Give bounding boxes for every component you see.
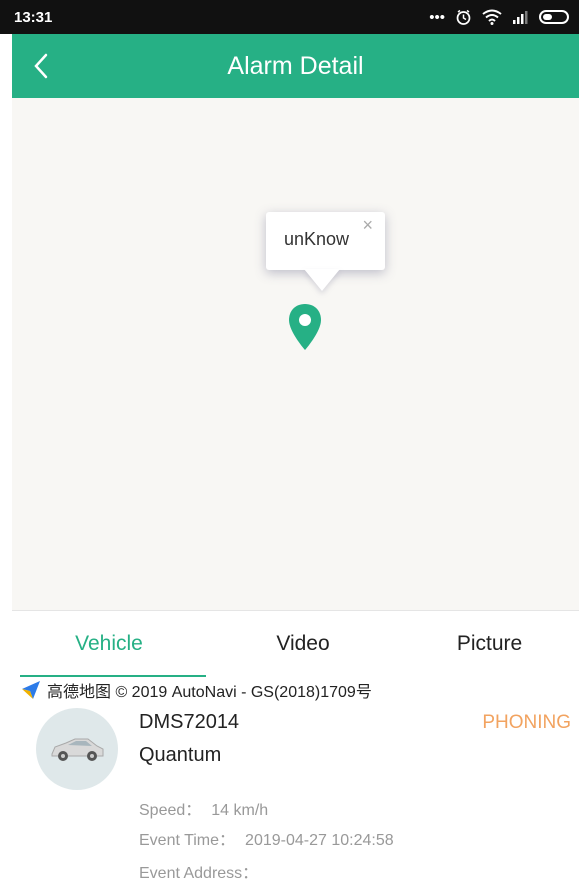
speed-value: 14 km/h [211, 802, 269, 819]
status-time: 13:31 [14, 8, 53, 26]
back-arrow-icon [34, 53, 48, 79]
tab-picture[interactable]: Picture [400, 611, 579, 677]
app-bar: Alarm Detail [12, 34, 579, 98]
attribution-text: 高德地图 © 2019 AutoNavi - GS(2018)1709号 [47, 684, 372, 701]
event-time-row: Event Time： 2019-04-27 10:24:58 [139, 826, 394, 850]
event-address-label: Event Address： [139, 865, 259, 882]
more-icon: ••• [429, 8, 445, 26]
speed-row: Speed： 14 km/h [139, 796, 268, 820]
popup-tail [304, 269, 340, 291]
wifi-icon [482, 9, 502, 25]
event-time-value: 2019-04-27 10:24:58 [245, 832, 394, 849]
amap-logo-icon [22, 681, 40, 699]
tab-picture-label: Picture [456, 632, 523, 655]
vehicle-id: DMS72014 [139, 711, 240, 733]
event-time-label: Event Time： [139, 832, 236, 849]
vehicle-name: Quantum [139, 744, 222, 766]
map-pin-icon[interactable] [288, 303, 322, 351]
speed-label: Speed： [139, 802, 202, 819]
status-icons: ••• [429, 9, 569, 26]
close-icon[interactable]: × [362, 216, 373, 234]
location-popup[interactable]: unKnow × [266, 212, 385, 291]
page-title: Alarm Detail [227, 51, 364, 80]
signal-icon [513, 10, 528, 24]
tab-vehicle-label: Vehicle [75, 632, 143, 655]
detail-tabs: Vehicle Video Picture [12, 610, 579, 677]
status-bar: 13:31 ••• [0, 0, 579, 34]
event-address-row: Event Address： [139, 859, 268, 883]
car-icon [51, 738, 104, 761]
tab-vehicle[interactable]: Vehicle [12, 611, 206, 677]
popup-label: unKnow [284, 229, 350, 249]
tab-video-label: Video [276, 632, 330, 655]
tab-video[interactable]: Video [206, 611, 400, 677]
map-attribution: 高德地图 © 2019 AutoNavi - GS(2018)1709号 [20, 678, 372, 702]
battery-icon [539, 10, 569, 24]
alarm-icon [456, 9, 471, 25]
vehicle-avatar [36, 708, 118, 790]
status-badge: PHONING [482, 712, 571, 733]
map-view[interactable]: unKnow × 高德地图 © 2019 AutoNavi - GS(2018)… [12, 98, 579, 701]
back-button[interactable] [24, 45, 58, 87]
